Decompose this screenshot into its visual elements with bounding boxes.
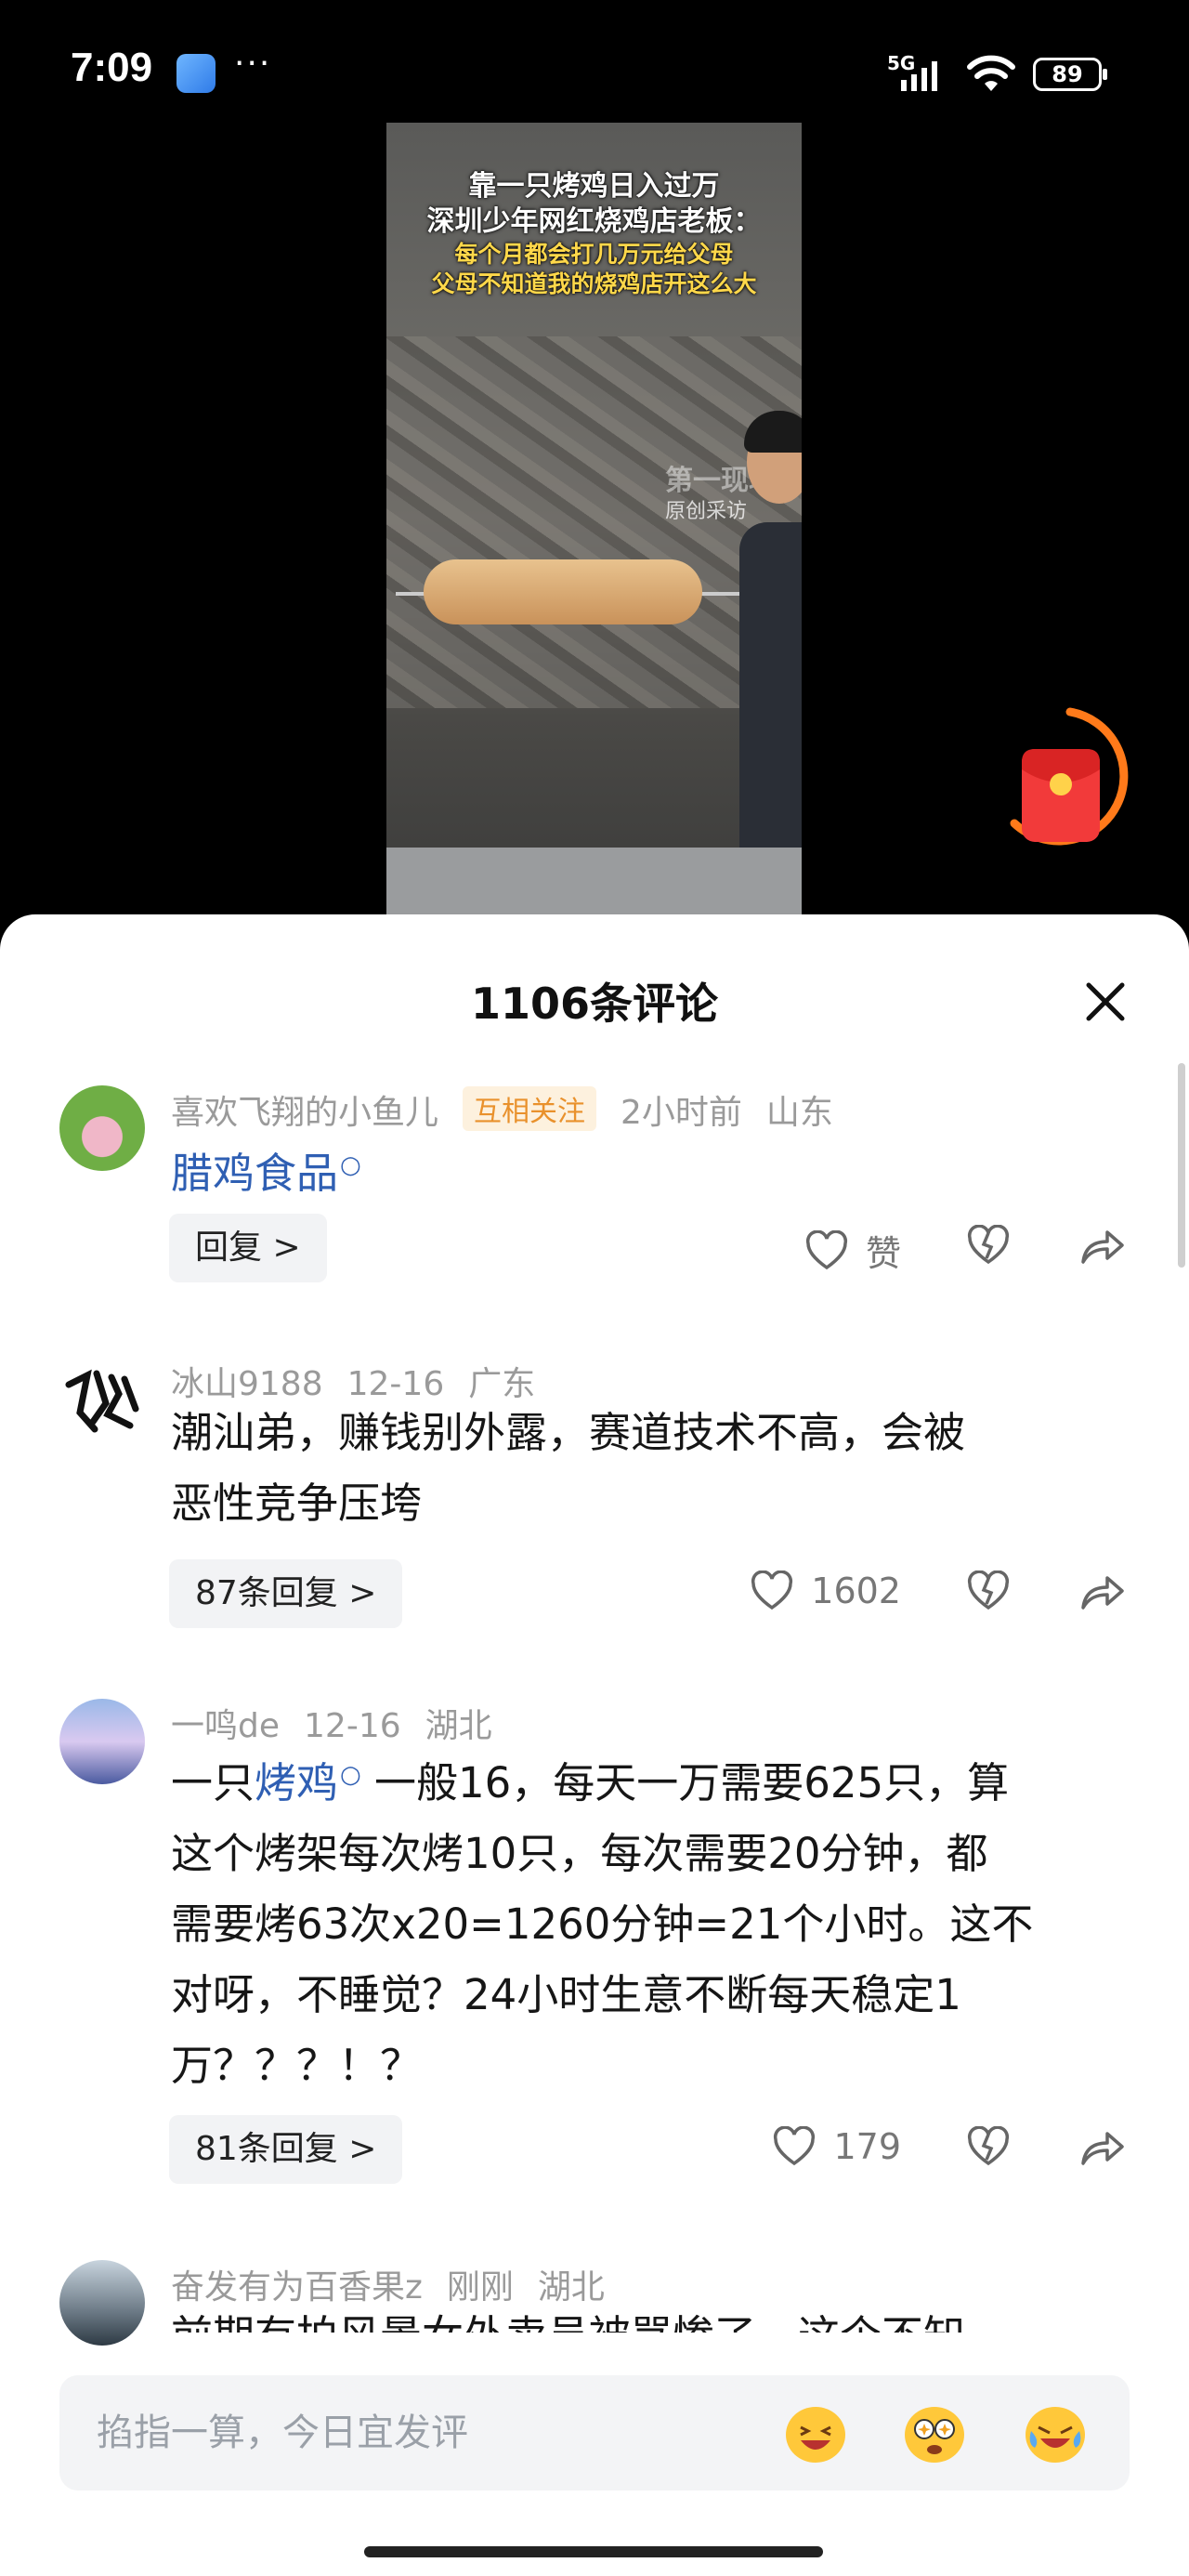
heart-icon — [774, 2126, 816, 2166]
home-indicator[interactable] — [364, 2546, 823, 2557]
mutual-follow-badge: 互相关注 — [463, 1086, 597, 1131]
status-time: 7:09 — [71, 45, 153, 90]
comment-username[interactable]: 喜欢飞翔的小鱼儿 — [171, 1094, 438, 1132]
dislike-icon[interactable] — [966, 2126, 1011, 2169]
close-icon[interactable] — [1078, 974, 1133, 1030]
wifi-icon — [967, 55, 1015, 91]
video-watermark: 原创采访 — [665, 500, 748, 523]
like-button[interactable]: 赞 — [804, 1225, 901, 1276]
search-icon: ○ — [340, 1761, 361, 1789]
like-button[interactable]: 1602 — [750, 1571, 901, 1611]
dislike-icon[interactable] — [966, 1225, 1011, 1268]
comments-sheet: 1106条评论 喜欢飞翔的小鱼儿 互相关注 2小时前 山东 腊鸡食品○ 回复 > 赞 — [0, 914, 1189, 2576]
signal-icon — [901, 58, 937, 91]
steel-table — [386, 848, 802, 914]
like-label: 赞 — [865, 1233, 901, 1274]
more-notifications-icon: ··· — [234, 45, 272, 83]
avatar[interactable] — [59, 1357, 145, 1442]
comment-time: 2小时前 — [621, 1094, 742, 1132]
notification-app-icon — [176, 54, 216, 93]
avatar[interactable] — [59, 1085, 145, 1171]
share-icon[interactable] — [1079, 2128, 1126, 2167]
calligraphy-avatar-image — [65, 1369, 139, 1433]
dislike-icon[interactable] — [966, 1571, 1011, 1613]
like-button[interactable]: 179 — [772, 2126, 901, 2167]
comment-input[interactable]: 掐指一算，今日宜发评 — [59, 2375, 1130, 2491]
heart-icon — [751, 1571, 793, 1610]
comment-item: 奋发有为百香果z刚刚湖北 前期有拍风景女外卖员被骂惨了，这个不知 — [0, 2260, 1189, 2346]
avatar[interactable] — [59, 1699, 145, 1784]
red-packet-icon[interactable] — [1005, 703, 1135, 861]
battery-icon: 89 — [1033, 58, 1107, 91]
crying-laughing-emoji-icon[interactable] — [1026, 2407, 1085, 2463]
comments-count-title: 1106条评论 — [470, 979, 719, 1029]
share-icon[interactable] — [1079, 1227, 1126, 1266]
like-count: 179 — [833, 2126, 901, 2167]
search-link[interactable]: 烤鸡 — [255, 1758, 338, 1807]
comment-text: 一只烤鸡○ 一般16，每天一万需要625只，算 这个烤架每次烤10只，每次需要2… — [171, 1758, 1034, 2090]
search-link[interactable]: 腊鸡食品 — [171, 1149, 338, 1198]
like-count: 1602 — [811, 1571, 901, 1611]
roast-chicken-image — [424, 559, 702, 624]
star-eyes-emoji-icon[interactable] — [905, 2407, 964, 2463]
video-caption: 靠一只烤鸡日入过万 深圳少年网红烧鸡店老板： 每个月都会打几万元给父母 父母不知… — [426, 170, 762, 297]
comment-text: 腊鸡食品○ — [171, 1130, 1137, 1209]
comment-input-placeholder: 掐指一算，今日宜发评 — [97, 2412, 468, 2454]
heart-icon — [805, 1229, 848, 1269]
comment-location: 山东 — [765, 1094, 833, 1132]
avatar[interactable] — [59, 2260, 145, 2346]
search-icon: ○ — [340, 1151, 361, 1179]
laughing-emoji-icon[interactable] — [786, 2407, 845, 2463]
video-player[interactable]: 靠一只烤鸡日入过万 深圳少年网红烧鸡店老板： 每个月都会打几万元给父母 父母不知… — [386, 123, 802, 914]
comment-text: 前期有拍风景女外卖员被骂惨了，这个不知 — [171, 2301, 1137, 2333]
share-icon[interactable] — [1079, 1572, 1126, 1611]
comment-text: 潮汕弟，赚钱别外露，赛道技术不高，会被 恶性竞争压垮 — [171, 1408, 966, 1528]
